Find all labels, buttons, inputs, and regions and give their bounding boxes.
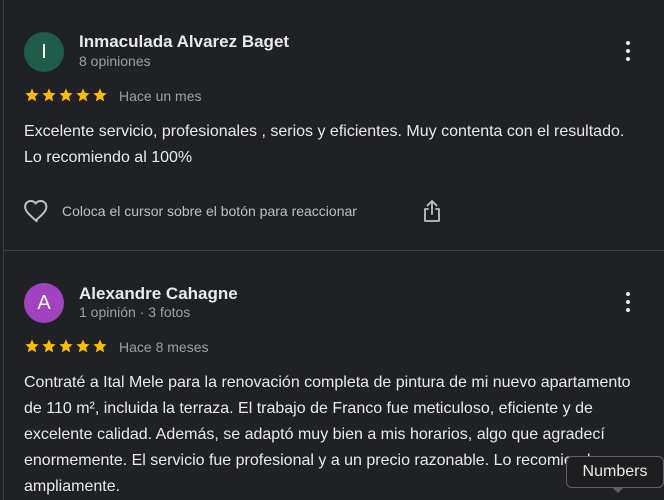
more-vertical-icon-dot [626, 57, 630, 61]
review-card: A Alexandre Cahagne 1 opinión · 3 fotos … [0, 252, 664, 500]
star-icon [42, 339, 56, 353]
review-date: Hace un mes [119, 88, 202, 104]
star-icon [42, 88, 56, 102]
review-card: I Inmaculada Alvarez Baget 8 opiniones H… [0, 0, 664, 251]
share-icon [424, 200, 440, 222]
more-vertical-icon [626, 292, 630, 296]
star-icon [25, 88, 39, 102]
tooltip-arrow [612, 487, 624, 493]
avatar[interactable]: A [24, 283, 64, 323]
more-vertical-icon-dot [626, 300, 630, 304]
review-date: Hace 8 meses [119, 339, 209, 355]
more-vertical-icon [626, 41, 630, 45]
star-rating [24, 87, 108, 103]
star-icon [59, 339, 73, 353]
more-vertical-icon-dot [626, 308, 630, 312]
review-text: Contraté a Ital Mele para la renovación … [24, 374, 631, 495]
star-icon [93, 339, 107, 353]
share-button[interactable] [420, 198, 444, 224]
author-review-count[interactable]: 8 opiniones [79, 53, 151, 69]
star-icon [59, 88, 73, 102]
star-icon [76, 88, 90, 102]
review-divider [4, 250, 664, 251]
reviews-panel: I Inmaculada Alvarez Baget 8 opiniones H… [0, 0, 664, 500]
author-review-count[interactable]: 1 opinión · 3 fotos [79, 304, 190, 320]
author-name[interactable]: Alexandre Cahagne [79, 284, 238, 304]
star-rating [24, 338, 108, 354]
star-icon [25, 339, 39, 353]
react-hint-text: Coloca el cursor sobre el botón para rea… [62, 203, 357, 219]
avatar[interactable]: I [24, 32, 64, 72]
tooltip: Numbers [566, 456, 664, 488]
more-vertical-icon-dot [626, 49, 630, 53]
more-options-button[interactable] [612, 286, 644, 318]
review-text: Excelente servicio, profesionales , seri… [24, 123, 625, 166]
author-name[interactable]: Inmaculada Alvarez Baget [79, 32, 289, 52]
more-options-button[interactable] [612, 35, 644, 67]
like-button[interactable] [22, 196, 52, 226]
heart-outline-icon [24, 199, 48, 223]
star-icon [76, 339, 90, 353]
star-icon [93, 88, 107, 102]
